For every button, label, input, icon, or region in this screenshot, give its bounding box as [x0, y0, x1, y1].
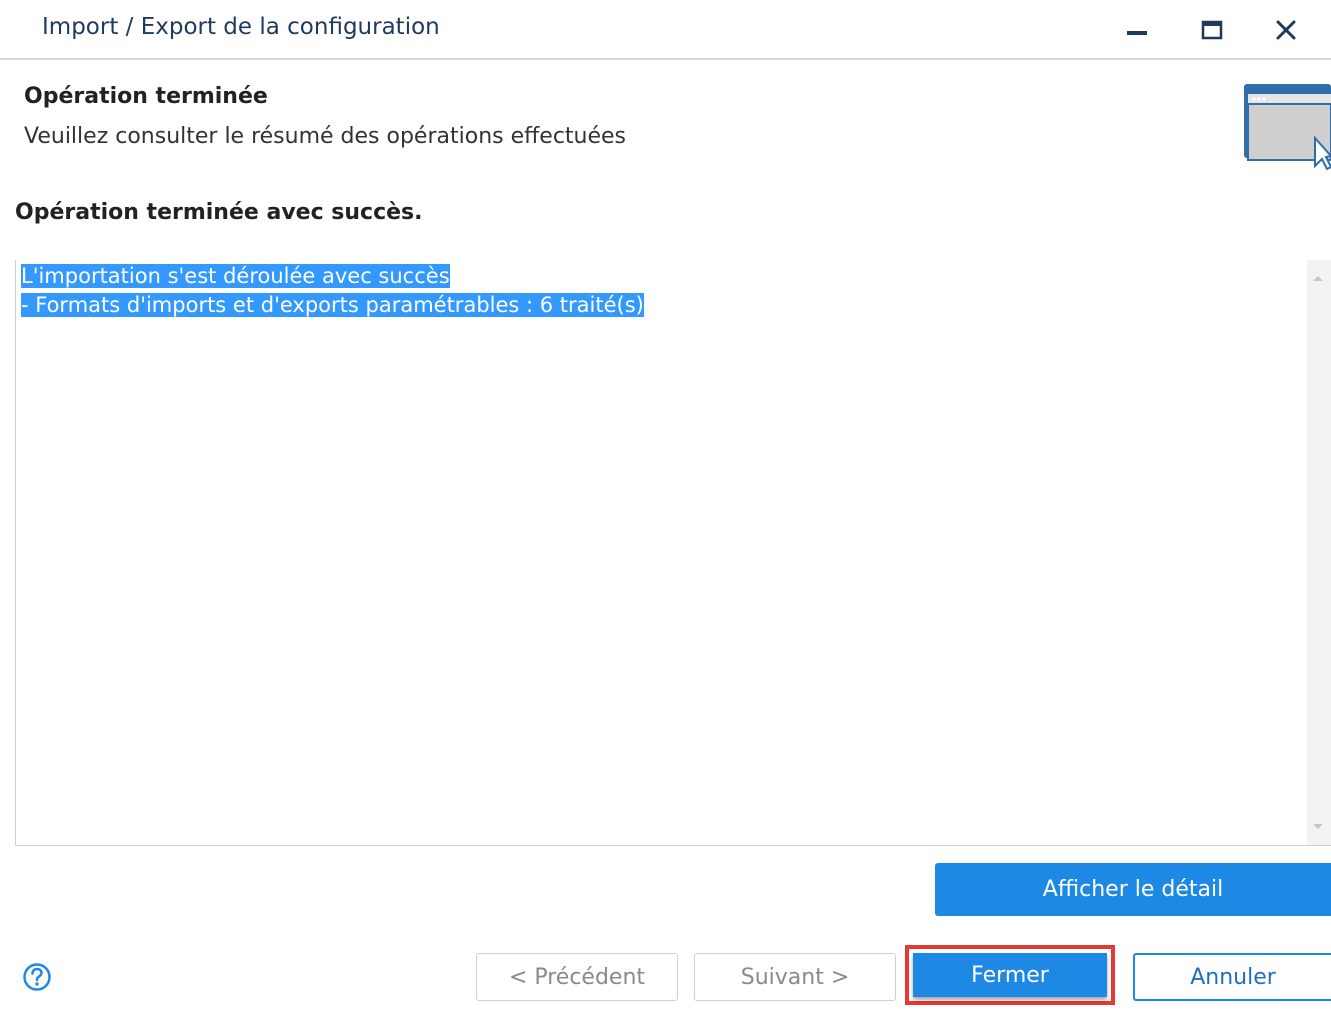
page-subtitle: Veuillez consulter le résumé des opérati… — [24, 124, 627, 149]
close-button[interactable]: Fermer — [913, 953, 1107, 997]
minimize-button[interactable] — [1115, 10, 1159, 50]
window-title: Import / Export de la configuration — [42, 14, 440, 40]
window-close-button[interactable] — [1264, 10, 1308, 50]
dialog-window: Import / Export de la configuration Opér… — [0, 0, 1331, 1014]
summary-line: L'importation s'est déroulée avec succès — [21, 262, 644, 291]
minimize-icon — [1127, 31, 1147, 35]
window-cursor-icon — [1244, 84, 1331, 170]
vertical-scrollbar[interactable] — [1307, 260, 1331, 845]
maximize-button[interactable] — [1190, 10, 1234, 50]
summary-line-text: L'importation s'est déroulée avec succès — [21, 264, 450, 288]
cancel-button[interactable]: Annuler — [1133, 953, 1331, 1001]
show-detail-button[interactable]: Afficher le détail — [935, 863, 1331, 916]
title-bar: Import / Export de la configuration — [0, 0, 1331, 60]
scroll-down-icon[interactable] — [1313, 824, 1323, 829]
page-title: Opération terminée — [24, 84, 268, 109]
summary-text-area[interactable]: L'importation s'est déroulée avec succès… — [15, 260, 1331, 846]
previous-button[interactable]: < Précédent — [476, 953, 678, 1001]
summary-lines: L'importation s'est déroulée avec succès… — [21, 262, 644, 320]
scroll-up-icon[interactable] — [1313, 276, 1323, 281]
close-icon — [1276, 20, 1296, 40]
summary-line: - Formats d'imports et d'exports paramét… — [21, 291, 644, 320]
summary-line-text: - Formats d'imports et d'exports paramét… — [21, 293, 644, 317]
next-button[interactable]: Suivant > — [694, 953, 896, 1001]
maximize-icon — [1201, 20, 1223, 40]
status-message: Opération terminée avec succès. — [15, 200, 423, 225]
help-icon[interactable] — [22, 962, 52, 992]
